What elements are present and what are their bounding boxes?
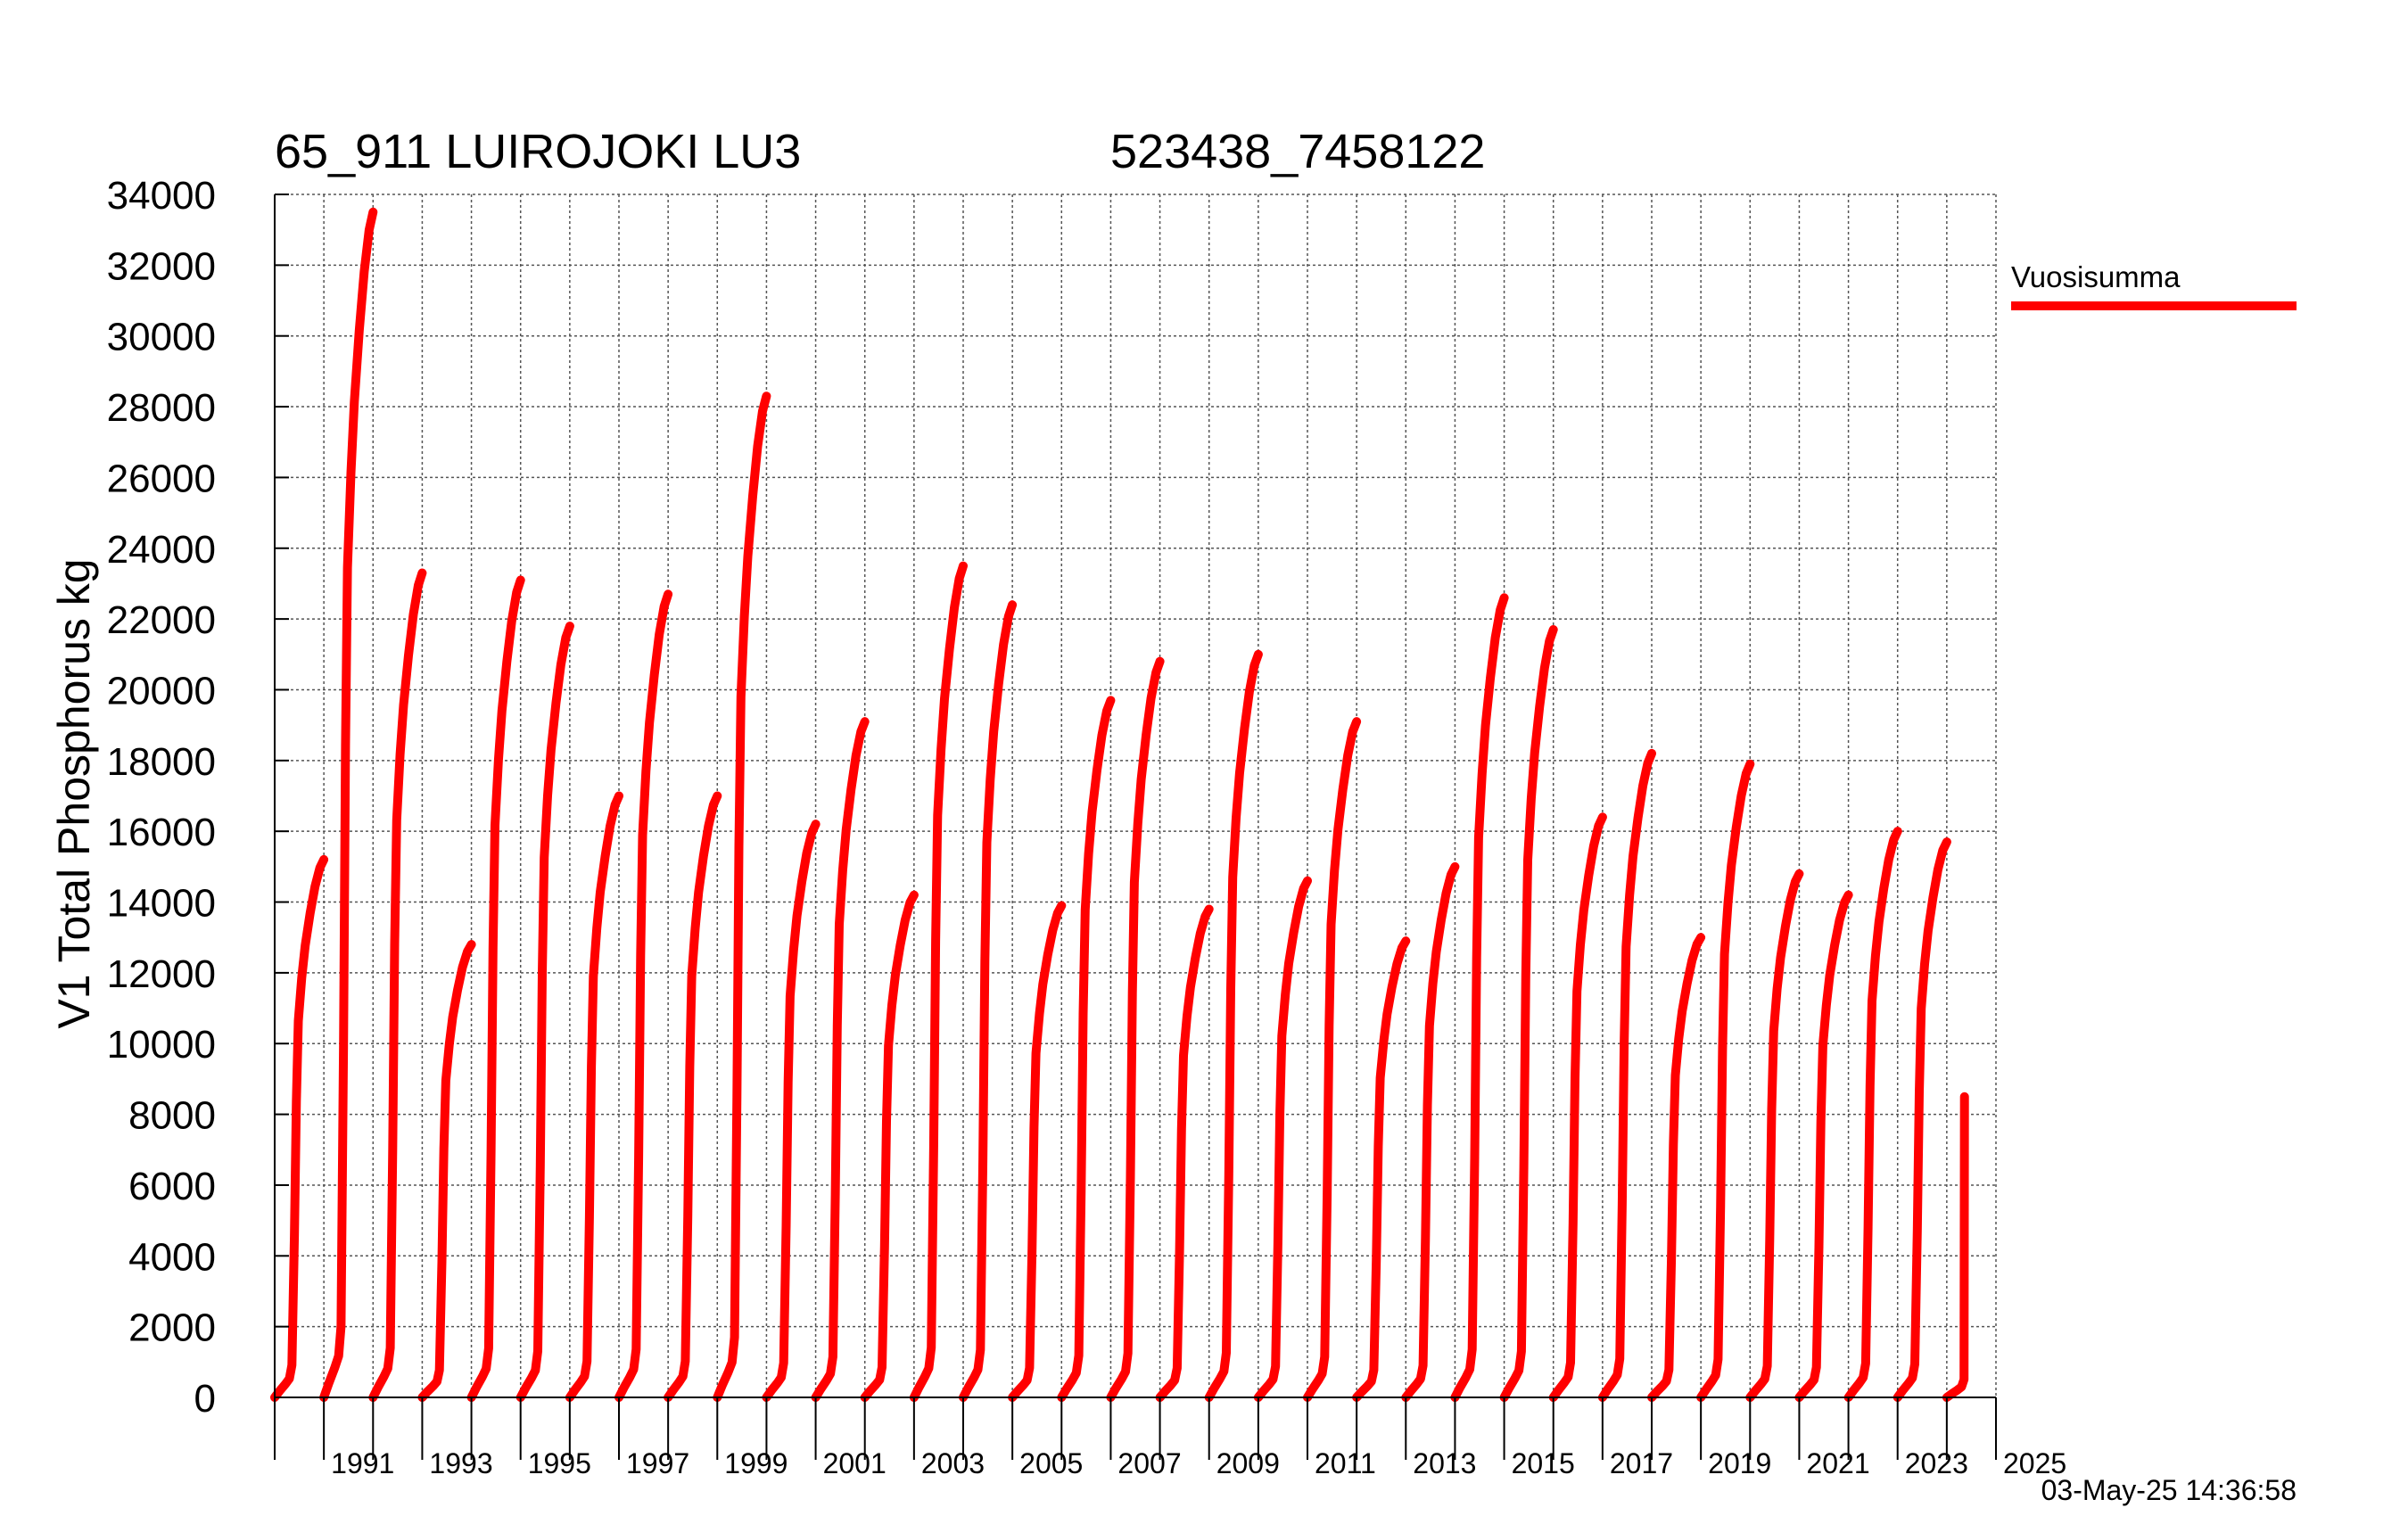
y-tick-label: 18000 (107, 740, 216, 784)
series-line-2012 (1352, 936, 1411, 1402)
x-tick-label: 2003 (921, 1447, 985, 1479)
series-line-1992 (368, 568, 427, 1402)
series-line-2007 (1106, 656, 1165, 1402)
series-vuosisumma (270, 207, 1969, 1402)
series-line-1999 (713, 391, 771, 1402)
series-line-2024 (1942, 1092, 1969, 1402)
y-tick-label: 26000 (107, 457, 216, 500)
x-tick-label: 1997 (626, 1447, 689, 1479)
series-line-2021 (1794, 890, 1853, 1402)
series-line-1995 (515, 622, 574, 1402)
series-line-2004 (959, 600, 1018, 1402)
x-tick-label: 2019 (1708, 1447, 1771, 1479)
x-tick-label: 2005 (1019, 1447, 1083, 1479)
y-tick-label: 4000 (128, 1235, 216, 1279)
series-line-1996 (565, 791, 623, 1402)
series-line-2019 (1696, 759, 1755, 1402)
y-tick-label: 16000 (107, 811, 216, 854)
x-tick-label: 2023 (1905, 1447, 1968, 1479)
timestamp: 03-May-25 14:36:58 (2041, 1474, 2297, 1506)
x-tick-label: 2021 (1806, 1447, 1869, 1479)
chart-title-left: 65_911 LUIROJOKI LU3 (275, 125, 801, 178)
x-tick-label: 2001 (823, 1447, 887, 1479)
y-tick-label: 28000 (107, 386, 216, 430)
series-line-2005 (1008, 901, 1067, 1402)
y-tick-label: 12000 (107, 952, 216, 996)
y-tick-label: 30000 (107, 316, 216, 359)
series-line-2002 (860, 890, 919, 1402)
series-line-2000 (762, 820, 821, 1402)
x-tick-labels: 1991 1993 1995 1997 1999 2001 2003 2005 2007 2009… (331, 1447, 2066, 1479)
x-tick-label: 1991 (331, 1447, 394, 1479)
x-tick-label: 1993 (429, 1447, 492, 1479)
y-tick-label: 20000 (107, 669, 216, 713)
chart-title-right: 523438_7458122 (1110, 125, 1485, 178)
x-tick-label: 2017 (1610, 1447, 1673, 1479)
series-line-2001 (811, 717, 870, 1402)
series-line-1997 (614, 589, 673, 1402)
series-line-2015 (1499, 625, 1558, 1402)
series-line-2009 (1204, 649, 1263, 1402)
series-line-1990 (270, 854, 329, 1402)
legend-label: Vuosisumma (2011, 260, 2181, 293)
series-line-2008 (1155, 904, 1214, 1402)
legend: Vuosisumma (2011, 260, 2297, 310)
x-tick-label: 2011 (1315, 1447, 1376, 1479)
series-line-2023 (1893, 837, 1951, 1402)
y-tick-label: 2000 (128, 1306, 216, 1350)
y-tick-label: 6000 (128, 1165, 216, 1208)
y-tick-label: 22000 (107, 598, 216, 642)
series-line-2013 (1401, 861, 1460, 1402)
series-line-1994 (466, 575, 525, 1402)
series-line-2010 (1253, 876, 1312, 1402)
x-tick-label: 2013 (1413, 1447, 1476, 1479)
y-tick-label: 14000 (107, 882, 216, 926)
y-tick-label: 24000 (107, 528, 216, 572)
y-tick-label: 0 (194, 1377, 216, 1421)
y-tick-labels: 0 2000 4000 6000 8000 10000 12000 14000 16000 180… (107, 174, 216, 1421)
y-tick-label: 8000 (128, 1094, 216, 1138)
series-line-1998 (664, 791, 722, 1402)
x-tick-label: 2015 (1512, 1447, 1575, 1479)
x-tick-label: 2009 (1216, 1447, 1280, 1479)
series-line-2014 (1450, 593, 1509, 1402)
x-tick-label: 2007 (1117, 1447, 1181, 1479)
y-tick-label: 34000 (107, 174, 216, 218)
series-line-2003 (909, 561, 968, 1402)
series-line-2016 (1548, 812, 1607, 1402)
y-tick-label: 32000 (107, 244, 216, 288)
series-line-2020 (1745, 869, 1804, 1402)
y-axis-label: V1 Total Phosphorus kg (49, 558, 99, 1028)
x-tick-label: 1995 (528, 1447, 591, 1479)
chart: 0 2000 4000 6000 8000 10000 12000 14000 16000 180… (49, 125, 2297, 1506)
series-line-2011 (1303, 717, 1362, 1402)
series-line-1991 (319, 207, 378, 1402)
x-tick-label: 1999 (724, 1447, 788, 1479)
series-line-2006 (1057, 696, 1116, 1402)
series-line-2018 (1647, 933, 1706, 1402)
series-line-2017 (1597, 748, 1656, 1402)
y-tick-label: 10000 (107, 1023, 216, 1067)
series-line-1993 (417, 940, 476, 1402)
